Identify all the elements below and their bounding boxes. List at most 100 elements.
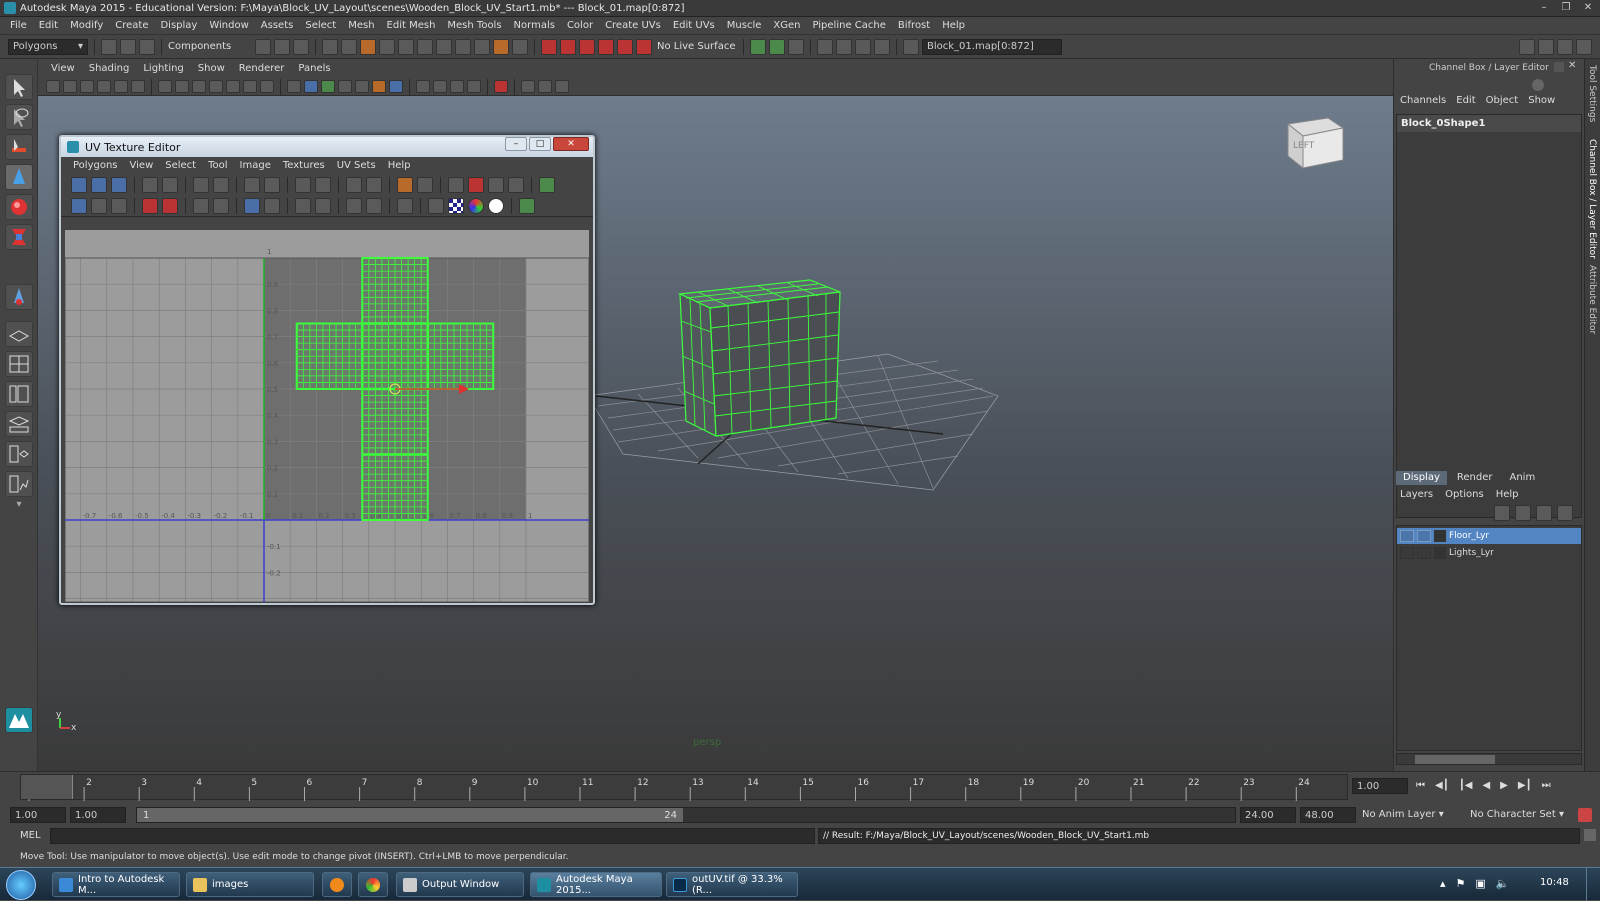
current-frame-field[interactable]: 1.00 <box>1352 778 1408 794</box>
wooden-block-mesh[interactable] <box>677 279 841 437</box>
pivot-mask-icon[interactable] <box>436 38 452 55</box>
menu-help[interactable]: Help <box>936 20 971 31</box>
select-object-icon[interactable] <box>274 38 290 55</box>
uv-rotate-ccw-icon[interactable] <box>193 177 209 193</box>
menu-mesh[interactable]: Mesh <box>342 20 380 31</box>
uv-editor-canvas[interactable]: -0.7 -0.6 -0.5 -0.4 -0.3 -0.2 -0.1 0 0.1 0.2 0.3 0.… <box>65 230 589 602</box>
uv-menu-polygons[interactable]: Polygons <box>67 160 124 171</box>
layer-tab-display[interactable]: Display <box>1396 471 1447 485</box>
uv-align-top-icon[interactable] <box>295 198 311 214</box>
menu-bifrost[interactable]: Bifrost <box>892 20 936 31</box>
tool-settings-toggle-icon[interactable] <box>1557 38 1573 55</box>
attribute-editor-toggle-icon[interactable] <box>1538 38 1554 55</box>
field-chart-icon[interactable] <box>226 80 240 93</box>
new-scene-icon[interactable] <box>101 38 117 55</box>
uv-menu-image[interactable]: Image <box>234 160 277 171</box>
menu-edit-mesh[interactable]: Edit Mesh <box>381 20 442 31</box>
snap-point-icon[interactable] <box>579 38 595 55</box>
modeling-toolkit-icon[interactable] <box>1519 38 1535 55</box>
clock[interactable]: 10:48 <box>1540 877 1569 888</box>
absolute-rename-icon[interactable] <box>903 38 919 55</box>
network-icon[interactable]: ▣ <box>1475 877 1485 890</box>
menu-create[interactable]: Create <box>109 20 154 31</box>
open-scene-icon[interactable] <box>120 38 136 55</box>
layer-menu-help[interactable]: Help <box>1496 489 1519 500</box>
persp-graph-layout-icon[interactable] <box>5 411 33 437</box>
uv-filter-icon[interactable] <box>417 177 433 193</box>
anim-layer-dropdown[interactable]: No Anim Layer ▾ <box>1362 809 1444 820</box>
single-perspective-layout-icon[interactable] <box>5 321 33 347</box>
create-empty-layer-icon[interactable] <box>1536 505 1552 521</box>
edge-mask-icon[interactable] <box>379 38 395 55</box>
save-scene-icon[interactable] <box>139 38 155 55</box>
cb-menu-object[interactable]: Object <box>1486 95 1519 111</box>
uv-lasso-icon[interactable] <box>91 177 107 193</box>
camera-attributes-icon[interactable] <box>63 80 77 93</box>
layer-visibility-toggle[interactable] <box>1400 547 1414 559</box>
face-mask-icon[interactable] <box>341 38 357 55</box>
vp-menu-panels[interactable]: Panels <box>291 63 337 74</box>
menu-file[interactable]: File <box>4 20 33 31</box>
selected-object-name[interactable]: Block_0Shape1 <box>1397 115 1581 132</box>
tab-attribute-editor[interactable]: Attribute Editor <box>1587 265 1597 334</box>
go-to-start-icon[interactable]: ⏮ <box>1416 780 1425 791</box>
uv-grid-icon[interactable] <box>346 177 362 193</box>
snap-grid-icon[interactable] <box>541 38 557 55</box>
move-layer-up-icon[interactable] <box>1494 505 1510 521</box>
grease-pencil-icon[interactable] <box>114 80 128 93</box>
time-slider[interactable]: 123456789101112131415161718192021222324 … <box>0 771 1600 805</box>
vp-menu-renderer[interactable]: Renderer <box>232 63 292 74</box>
uv-editor-maximize-button[interactable]: □ <box>529 137 551 151</box>
uv-flip-u-icon[interactable] <box>142 177 158 193</box>
hypershade-icon[interactable] <box>836 38 852 55</box>
vertex-mask-icon[interactable] <box>322 38 338 55</box>
uv-align-left-icon[interactable] <box>295 177 311 193</box>
persp-outliner-layout-icon[interactable] <box>5 381 33 407</box>
curve-mask-icon[interactable] <box>417 38 433 55</box>
scale-tool-icon[interactable] <box>5 224 33 250</box>
uv-texture-borders-icon[interactable] <box>508 177 524 193</box>
grid-toggle-icon[interactable] <box>158 80 172 93</box>
uv-relax-icon[interactable] <box>142 198 158 214</box>
menu-modify[interactable]: Modify <box>64 20 109 31</box>
uv-editor-titlebar[interactable]: UV Texture Editor – □ ✕ <box>61 137 593 157</box>
snap-surface-icon[interactable] <box>617 38 633 55</box>
safe-title-icon[interactable] <box>260 80 274 93</box>
uv-color-channel-icon[interactable] <box>468 198 484 214</box>
mel-label[interactable]: MEL <box>20 830 41 841</box>
cb-menu-show[interactable]: Show <box>1528 95 1555 111</box>
uv-rotate-cw-icon[interactable] <box>213 177 229 193</box>
uv-distortion-icon[interactable] <box>539 177 555 193</box>
menu-color[interactable]: Color <box>561 20 599 31</box>
menu-normals[interactable]: Normals <box>508 20 561 31</box>
input-output-icon[interactable] <box>855 38 871 55</box>
uv-mask-icon[interactable] <box>360 38 376 55</box>
render-icon[interactable] <box>769 38 785 55</box>
uv-split-icon[interactable] <box>244 198 260 214</box>
uv-normalize-icon[interactable] <box>111 198 127 214</box>
uv-align-bottom-icon[interactable] <box>315 198 331 214</box>
create-layer-from-selected-icon[interactable] <box>1557 505 1573 521</box>
channel-box-settings-icon[interactable] <box>1532 79 1544 91</box>
uv-flip-v-icon[interactable] <box>162 177 178 193</box>
uv-texture-editor-window[interactable]: UV Texture Editor – □ ✕ Polygons View Se… <box>59 135 595 605</box>
isolate-select-icon[interactable] <box>494 80 508 93</box>
cb-menu-edit[interactable]: Edit <box>1456 95 1475 111</box>
construction-history-icon[interactable] <box>874 38 890 55</box>
live-magnet-icon[interactable] <box>636 38 652 55</box>
menu-xgen[interactable]: XGen <box>767 20 806 31</box>
layer-tab-render[interactable]: Render <box>1450 471 1500 485</box>
resolution-gate-icon[interactable] <box>192 80 206 93</box>
vp-menu-view[interactable]: View <box>44 63 82 74</box>
four-view-layout-icon[interactable] <box>5 351 33 377</box>
taskbar-item-maya[interactable]: Autodesk Maya 2015... <box>530 872 662 897</box>
uv-straighten-icon[interactable] <box>193 198 209 214</box>
menu-assets[interactable]: Assets <box>255 20 300 31</box>
screen-space-ao-icon[interactable] <box>538 80 552 93</box>
layer-menu-layers[interactable]: Layers <box>1400 489 1433 500</box>
menu-window[interactable]: Window <box>203 20 254 31</box>
layer-horizontal-scrollbar[interactable] <box>1396 753 1582 765</box>
uv-unfold-icon[interactable] <box>71 198 87 214</box>
vp-menu-lighting[interactable]: Lighting <box>136 63 190 74</box>
safe-action-icon[interactable] <box>243 80 257 93</box>
